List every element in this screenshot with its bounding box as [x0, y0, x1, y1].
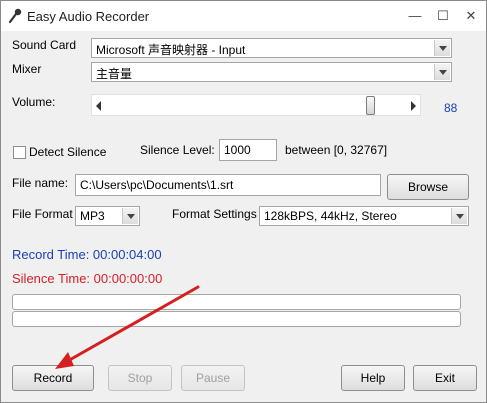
mixer-dropdown[interactable]: 主音量: [91, 62, 452, 82]
title-bar: Easy Audio Recorder — ☐ ✕: [1, 1, 486, 31]
maximize-button[interactable]: ☐: [433, 7, 453, 25]
file-name-input[interactable]: C:\Users\pc\Documents\1.srt: [75, 174, 381, 196]
stop-button[interactable]: Stop: [108, 365, 172, 391]
detect-silence-label: Detect Silence: [29, 145, 107, 159]
format-settings-label: Format Settings: [172, 207, 257, 221]
microphone-icon: [8, 8, 22, 24]
volume-label: Volume:: [12, 95, 56, 109]
sound-card-dropdown[interactable]: Microsoft 声音映射器 - Input: [91, 38, 452, 58]
silence-level-value: 1000: [224, 143, 251, 157]
file-format-dropdown[interactable]: MP3: [75, 206, 140, 226]
mixer-value: 主音量: [96, 67, 133, 81]
format-settings-value: 128kBPS, 44kHz, Stereo: [264, 209, 397, 223]
slider-thumb[interactable]: [366, 96, 375, 115]
silence-level-label: Silence Level:: [140, 143, 215, 157]
level-progress-bar: [12, 311, 461, 327]
volume-value: 88: [444, 101, 458, 115]
app-window: Easy Audio Recorder — ☐ ✕ Sound Card Mic…: [0, 0, 487, 403]
browse-button[interactable]: Browse: [387, 174, 469, 200]
record-progress-bar: [12, 294, 461, 310]
file-name-value: C:\Users\pc\Documents\1.srt: [80, 178, 234, 192]
record-button[interactable]: Record: [12, 365, 94, 391]
exit-button[interactable]: Exit: [413, 365, 477, 391]
chevron-down-icon[interactable]: [434, 64, 450, 80]
minimize-button[interactable]: —: [405, 7, 425, 25]
format-settings-dropdown[interactable]: 128kBPS, 44kHz, Stereo: [259, 206, 469, 226]
chevron-down-icon[interactable]: [122, 208, 138, 224]
help-button[interactable]: Help: [341, 365, 405, 391]
silence-time-text: Silence Time: 00:00:00:00: [12, 271, 163, 286]
chevron-down-icon[interactable]: [451, 208, 467, 224]
mixer-label: Mixer: [12, 62, 42, 76]
sound-card-label: Sound Card: [12, 38, 77, 52]
sound-card-value: Microsoft 声音映射器 - Input: [96, 43, 246, 57]
file-format-value: MP3: [80, 209, 105, 223]
detect-silence-checkbox[interactable]: [13, 146, 26, 159]
file-format-label: File Format: [12, 207, 73, 221]
arrow-left-icon[interactable]: [96, 101, 101, 111]
arrow-right-icon[interactable]: [411, 101, 416, 111]
volume-slider[interactable]: [91, 94, 421, 116]
file-name-label: File name:: [12, 176, 69, 190]
close-button[interactable]: ✕: [461, 7, 481, 25]
record-time-text: Record Time: 00:00:04:00: [12, 247, 162, 262]
pause-button[interactable]: Pause: [181, 365, 245, 391]
slider-track[interactable]: [106, 105, 406, 106]
silence-range-text: between [0, 32767]: [285, 143, 388, 157]
window-title: Easy Audio Recorder: [27, 9, 150, 24]
silence-level-input[interactable]: 1000: [219, 139, 277, 161]
chevron-down-icon[interactable]: [434, 40, 450, 56]
